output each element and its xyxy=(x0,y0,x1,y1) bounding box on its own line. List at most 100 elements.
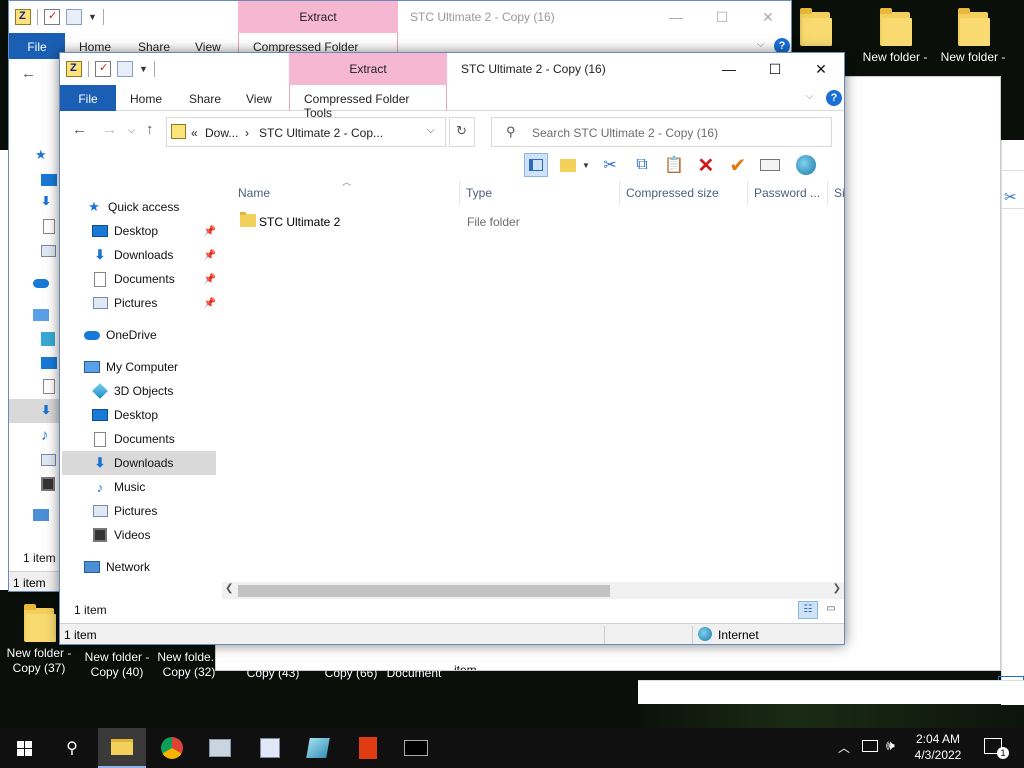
desktop-folder-icon[interactable] xyxy=(790,8,840,50)
new-folder-icon[interactable] xyxy=(117,61,133,77)
breadcrumb-overflow[interactable]: « xyxy=(191,126,198,140)
breadcrumb-downloads[interactable]: Dow... xyxy=(205,126,238,140)
recent-chevron-icon[interactable]: ⌵ xyxy=(128,125,135,136)
scroll-left-icon[interactable]: ❮ xyxy=(225,583,233,594)
downloads-selected[interactable] xyxy=(9,399,61,423)
up-arrow-icon[interactable]: ↑ xyxy=(146,121,154,138)
forward-arrow-icon[interactable]: → xyxy=(102,121,117,138)
horizontal-scrollbar[interactable]: ❮ ❯ xyxy=(222,582,844,599)
column-password[interactable]: Password ... xyxy=(748,181,828,205)
nav-network[interactable]: Network xyxy=(84,555,216,579)
chevron-down-icon[interactable]: ▼ xyxy=(88,12,97,22)
preview-pane-icon[interactable] xyxy=(524,153,548,177)
maximize-button[interactable]: ☐ xyxy=(752,53,798,85)
back-file-tab[interactable]: File xyxy=(9,33,65,59)
home-tab[interactable]: Home xyxy=(130,85,162,111)
paste-icon[interactable]: 📋 xyxy=(662,153,686,177)
chevron-up-icon[interactable]: ︿ xyxy=(838,739,850,756)
pin-icon[interactable]: 📌 xyxy=(204,250,216,261)
address-bar[interactable]: « Dow... › STC Ultimate 2 - Cop... ⌵ xyxy=(166,117,446,147)
column-type[interactable]: Type xyxy=(460,181,620,205)
back-arrow-icon[interactable]: ← xyxy=(72,121,87,138)
taskbar-chrome[interactable] xyxy=(148,728,196,768)
nav-3d-objects[interactable]: 3D Objects xyxy=(92,379,216,403)
breadcrumb-separator[interactable]: › xyxy=(245,126,249,140)
scrollbar-thumb[interactable] xyxy=(238,585,610,597)
file-tab[interactable]: File xyxy=(60,85,116,111)
desktop-folder-copy-18[interactable]: New folder - Copy (18) xyxy=(858,8,932,65)
nav-quick-documents[interactable]: Documents 📌 xyxy=(92,267,216,291)
nav-quick-pictures[interactable]: Pictures 📌 xyxy=(92,291,216,315)
desktop-folder-copy-29[interactable]: New folder - Copy (29) xyxy=(936,8,1010,65)
globe-icon[interactable] xyxy=(794,153,818,177)
taskbar-file-explorer[interactable] xyxy=(98,728,146,768)
copy-icon[interactable]: ⧉ xyxy=(630,153,654,177)
close-button[interactable]: ✕ xyxy=(745,1,791,33)
new-folder-icon[interactable] xyxy=(66,9,82,25)
notifications-button[interactable]: 1 xyxy=(984,738,1009,759)
refresh-button[interactable]: ↻ xyxy=(449,117,475,147)
table-row[interactable]: STC Ultimate 2 File folder xyxy=(232,211,844,233)
rename-icon[interactable] xyxy=(758,153,782,177)
search-input[interactable]: ⚲ Search STC Ultimate 2 - Copy (16) xyxy=(491,117,832,147)
open-folder-icon[interactable] xyxy=(556,153,580,177)
help-icon[interactable]: ? xyxy=(826,90,842,106)
clock-time[interactable]: 2:04 AM xyxy=(906,732,970,746)
scissors-icon[interactable]: ✂ xyxy=(1004,188,1017,206)
address-dropdown-icon[interactable]: ⌵ xyxy=(427,125,435,136)
nav-desktop[interactable]: Desktop xyxy=(92,403,216,427)
search-button[interactable]: ⚲ xyxy=(48,728,96,768)
share-tab[interactable]: Share xyxy=(189,85,221,111)
view-tab[interactable]: View xyxy=(246,85,272,111)
chevron-down-icon[interactable]: ▼ xyxy=(582,161,590,170)
back-arrow-icon[interactable]: ← xyxy=(21,65,36,82)
cut-icon[interactable]: ✂ xyxy=(598,153,622,177)
back-extract-tab[interactable]: Extract xyxy=(238,1,398,33)
pin-icon[interactable]: 📌 xyxy=(204,274,216,285)
nav-pictures[interactable]: Pictures xyxy=(92,499,216,523)
taskbar-app-3[interactable] xyxy=(294,728,342,768)
properties-icon[interactable] xyxy=(95,61,111,77)
nav-quick-desktop[interactable]: Desktop 📌 xyxy=(92,219,216,243)
desktop-folder-copy-40[interactable]: New folder - Copy (40) xyxy=(80,650,154,680)
chevron-down-icon[interactable]: ▼ xyxy=(139,64,148,74)
taskbar-office[interactable] xyxy=(344,728,392,768)
column-compressed-size[interactable]: Compressed size xyxy=(620,181,748,205)
pin-icon[interactable]: 📌 xyxy=(204,226,216,237)
delete-icon[interactable]: ✕ xyxy=(694,153,718,177)
column-size[interactable]: Si xyxy=(828,181,844,205)
maximize-button[interactable]: ☐ xyxy=(699,1,745,33)
minimize-button[interactable]: — xyxy=(653,1,699,33)
compressed-folder-tools-tab[interactable]: Compressed Folder Tools xyxy=(289,85,447,120)
column-name[interactable]: Name xyxy=(232,181,460,205)
picture-icon xyxy=(92,503,108,519)
breadcrumb-current[interactable]: STC Ultimate 2 - Cop... xyxy=(259,126,383,140)
nav-documents[interactable]: Documents xyxy=(92,427,216,451)
nav-quick-downloads[interactable]: ⬇ Downloads 📌 xyxy=(92,243,216,267)
network-tray-icon[interactable] xyxy=(862,740,878,752)
nav-downloads[interactable]: ⬇ Downloads xyxy=(62,451,216,475)
nav-quick-access[interactable]: ★ Quick access xyxy=(86,195,216,219)
taskbar-app-1[interactable] xyxy=(196,728,244,768)
large-icons-view-button[interactable]: ▭ xyxy=(822,601,840,619)
minimize-button[interactable]: — xyxy=(706,53,752,85)
extract-tab[interactable]: Extract xyxy=(289,53,447,85)
nav-onedrive[interactable]: OneDrive xyxy=(84,323,216,347)
nav-music[interactable]: ♪ Music xyxy=(92,475,216,499)
details-view-button[interactable]: ☷ xyxy=(798,601,818,619)
volume-icon[interactable]: 🕪 xyxy=(886,737,895,754)
taskbar-app-2[interactable] xyxy=(246,728,294,768)
clock-date[interactable]: 4/3/2022 xyxy=(906,748,970,762)
chevron-down-icon[interactable]: ⌵ xyxy=(757,39,765,50)
scroll-right-icon[interactable]: ❯ xyxy=(833,583,841,594)
pin-icon[interactable]: 📌 xyxy=(204,298,216,309)
taskbar-terminal[interactable] xyxy=(392,728,440,768)
nav-videos[interactable]: Videos xyxy=(92,523,216,547)
chevron-down-icon[interactable]: ⌵ xyxy=(806,91,814,102)
main-explorer-window[interactable]: ▼ Extract STC Ultimate 2 - Copy (16) — ☐… xyxy=(59,52,845,645)
check-icon[interactable]: ✔ xyxy=(726,153,750,177)
nav-my-computer[interactable]: My Computer xyxy=(84,355,216,379)
properties-icon[interactable] xyxy=(44,9,60,25)
close-button[interactable]: ✕ xyxy=(798,53,844,85)
start-button[interactable] xyxy=(0,728,48,768)
